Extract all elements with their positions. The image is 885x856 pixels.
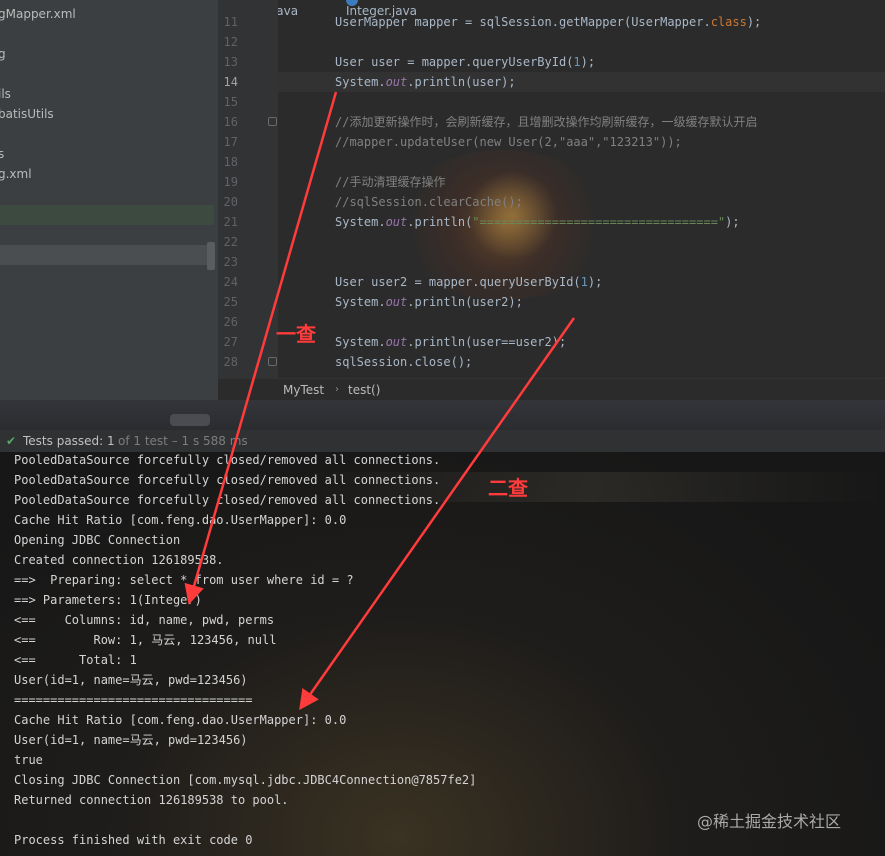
line-number: 25 xyxy=(223,295,238,309)
code-line: //sqlSession.clearCache(); xyxy=(335,195,523,209)
console-line: Process finished with exit code 0 xyxy=(14,833,253,847)
console-line: Closing JDBC Connection [com.mysql.jdbc.… xyxy=(14,773,477,787)
chevron-right-icon: › xyxy=(335,384,339,395)
console-line: User(id=1, name=马云, pwd=123456) xyxy=(14,673,248,687)
annotation-first-query: 一查 xyxy=(276,322,316,346)
tree-item-utils[interactable]: ils xyxy=(0,84,210,104)
console-line: Created connection 126189538. xyxy=(14,553,224,567)
code-line: System.out.println(user); xyxy=(335,75,516,89)
console-line: Cache Hit Ratio [com.feng.dao.UserMapper… xyxy=(14,513,347,527)
check-icon: ✔ xyxy=(6,434,17,448)
code-line: UserMapper mapper = sqlSession.getMapper… xyxy=(335,15,762,29)
project-tree-panel: ⊕ ÷ ⚙ gMapper.xml g ils batisUtils s g.x… xyxy=(0,0,218,400)
fold-marker-icon[interactable] xyxy=(268,357,277,366)
code-line: User user = mapper.queryUserById(1); xyxy=(335,55,596,69)
fold-marker-icon[interactable] xyxy=(268,117,277,126)
tree-selection-highlight xyxy=(0,205,214,225)
code-line: User user2 = mapper.queryUserById(1); xyxy=(335,275,603,289)
tests-passed-label: Tests passed: 1 xyxy=(23,434,115,448)
code-line: System.out.println("====================… xyxy=(335,215,740,229)
code-line: System.out.println(user==user2); xyxy=(335,335,567,349)
console-output[interactable]: PooledDataSource forcefully closed/remov… xyxy=(0,452,885,856)
panel-divider xyxy=(0,400,885,430)
console-line: Cache Hit Ratio [com.feng.dao.UserMapper… xyxy=(14,713,347,727)
console-line: PooledDataSource forcefully closed/remov… xyxy=(14,453,441,467)
line-number: 20 xyxy=(223,195,238,209)
line-number: 18 xyxy=(223,155,238,169)
test-detail: of 1 test – 1 s 588 ms xyxy=(118,434,248,448)
globe-icon[interactable]: ⊕ xyxy=(114,0,128,2)
collapse-icon[interactable]: ÷ xyxy=(144,0,158,2)
line-number: 15 xyxy=(223,95,238,109)
tree-item-resources[interactable]: s xyxy=(0,144,210,164)
console-line: PooledDataSource forcefully closed/remov… xyxy=(14,473,441,487)
console-line: Returned connection 126189538 to pool. xyxy=(14,793,289,807)
console-line: Opening JDBC Connection xyxy=(14,533,181,547)
console-line: ==> Preparing: select * from user where … xyxy=(14,573,354,587)
console-line: <== Columns: id, name, pwd, perms xyxy=(14,613,275,627)
sidebar-scrollbar[interactable] xyxy=(207,242,215,270)
console-line: <== Row: 1, 马云, 123456, null xyxy=(14,633,277,647)
test-status-bar: ✔ Tests passed: 1 of 1 test – 1 s 588 ms xyxy=(0,430,885,452)
gear-icon[interactable]: ⚙ xyxy=(172,0,186,2)
breadcrumb: MyTest › test() xyxy=(218,378,885,400)
tree-item-mapper-xml[interactable]: gMapper.xml xyxy=(0,4,210,24)
line-number: 12 xyxy=(223,35,238,49)
code-line: sqlSession.close(); xyxy=(335,355,473,369)
line-number: 17 xyxy=(223,135,238,149)
line-number: 23 xyxy=(223,255,238,269)
console-line: true xyxy=(14,753,43,767)
line-number: 11 xyxy=(223,15,238,29)
line-number: 28 xyxy=(223,355,238,369)
line-number: 21 xyxy=(223,215,238,229)
line-number: 26 xyxy=(223,315,238,329)
tree-item-package[interactable]: g xyxy=(0,44,210,64)
line-number: 19 xyxy=(223,175,238,189)
annotation-second-query: 二查 xyxy=(488,476,528,500)
code-line: System.out.println(user2); xyxy=(335,295,523,309)
code-line: //添加更新操作时，会刷新缓存，且增删改操作均刷新缓存，一级缓存默认开启 xyxy=(335,115,758,129)
console-line: PooledDataSource forcefully closed/remov… xyxy=(14,493,441,507)
tree-item-config-xml[interactable]: g.xml xyxy=(0,164,210,184)
line-number: 27 xyxy=(223,335,238,349)
tab-integer[interactable]: Integer.java xyxy=(346,0,417,17)
breadcrumb-method[interactable]: test() xyxy=(348,379,380,401)
line-number: 14 xyxy=(223,75,238,89)
tree-item-mybatis-utils[interactable]: batisUtils xyxy=(0,104,210,124)
code-line: //手动清理缓存操作 xyxy=(335,175,446,189)
console-line: ================================= xyxy=(14,693,253,707)
line-number: 16 xyxy=(223,115,238,129)
console-line: User(id=1, name=马云, pwd=123456) xyxy=(14,733,248,747)
background-decoration xyxy=(170,414,210,426)
console-line: <== Total: 1 xyxy=(14,653,137,667)
line-number: 22 xyxy=(223,235,238,249)
watermark: @稀土掘金技术社区 xyxy=(697,812,842,831)
code-editor[interactable]: MyTest.java Integer.java 11 12 13 14 15 … xyxy=(218,0,885,378)
console-line: ==> Parameters: 1(Integer) xyxy=(14,593,202,607)
line-number: 24 xyxy=(223,275,238,289)
breadcrumb-class[interactable]: MyTest xyxy=(283,379,324,401)
code-line: //mapper.updateUser(new User(2,"aaa","12… xyxy=(335,135,682,149)
line-number: 13 xyxy=(223,55,238,69)
tree-row-highlight xyxy=(0,245,214,265)
